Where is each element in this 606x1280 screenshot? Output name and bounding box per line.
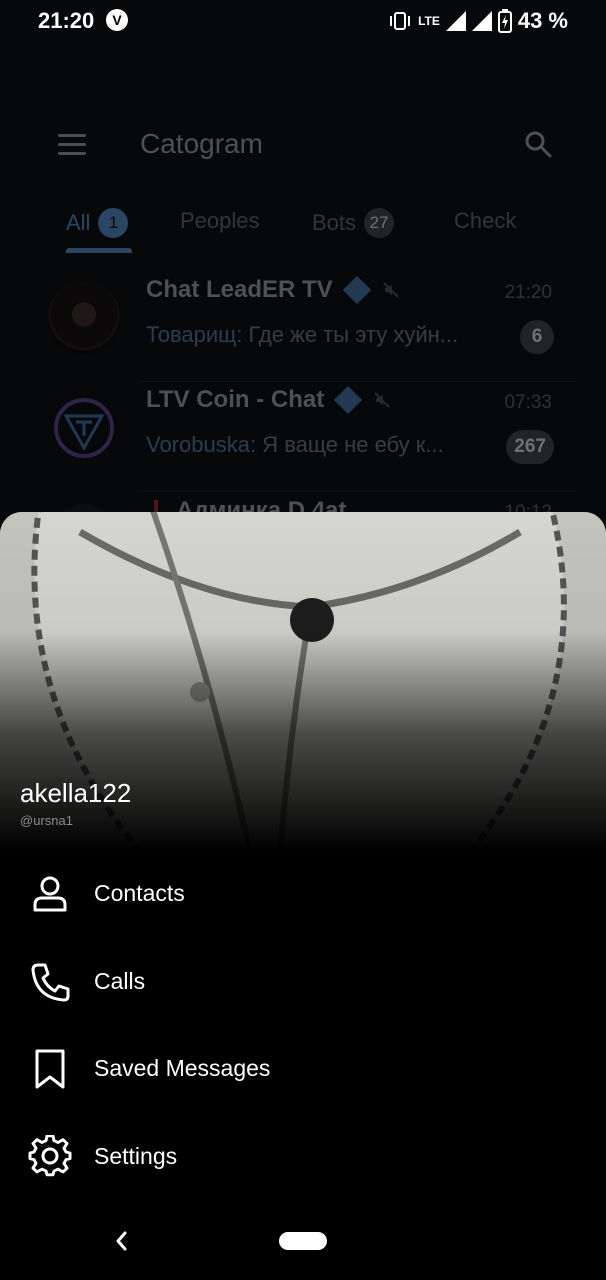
tab-all[interactable]: All 1 (66, 208, 129, 238)
bookmark-icon (35, 1049, 65, 1089)
menu-item-saved-messages[interactable]: Saved Messages (0, 1029, 606, 1109)
home-handle[interactable] (279, 1232, 327, 1250)
status-bar: 21:20 V LTE 43 % (0, 0, 606, 44)
menu-item-label: Calls (94, 968, 146, 994)
vpn-v-icon: V (106, 9, 128, 31)
muted-icon (382, 282, 399, 298)
tab-label: All (66, 210, 91, 235)
tab-label: Bots (312, 210, 357, 235)
verified-badge-icon (342, 276, 371, 304)
chat-title: Chat LeadER TV (146, 276, 333, 303)
hamburger-menu-icon[interactable] (58, 134, 86, 156)
tab-badge: 1 (98, 208, 129, 238)
phone-icon (31, 963, 70, 1002)
unread-count-badge: 6 (520, 320, 554, 354)
chat-preview: Товарищ: Где же ты эту хуйн... (146, 322, 486, 348)
menu-item-contacts[interactable]: Contacts (0, 854, 606, 934)
tab-badge: 27 (364, 208, 395, 238)
drawer-header: akella122 @ursna1 (0, 512, 606, 852)
battery-percent: 43 % (517, 8, 568, 33)
profile-name: akella122 (20, 778, 132, 808)
navigation-drawer: akella122 @ursna1 Contacts Calls Saved M… (0, 512, 606, 1280)
preview-sender: Vorobuska: (146, 432, 257, 457)
avatar (48, 282, 120, 354)
muted-icon (374, 392, 390, 408)
tab-label: Peoples (180, 208, 260, 233)
chat-time: 07:33 (504, 392, 552, 413)
signal-icon-2 (471, 11, 492, 31)
search-icon[interactable] (524, 130, 552, 158)
chat-name: Chat LeadER TV (146, 276, 401, 304)
menu-item-settings[interactable]: Settings (0, 1117, 606, 1197)
status-icons: LTE 43 % (388, 8, 568, 34)
verified-badge-icon (334, 386, 363, 414)
preview-text: Я ваще не ебу к... (256, 432, 444, 457)
chat-title: LTV Coin - Chat (146, 386, 325, 413)
profile-username: @ursna1 (20, 813, 73, 828)
chat-row[interactable]: Chat LeadER TV 21:20 Товарищ: Где же ты … (0, 272, 606, 382)
chat-name: LTV Coin - Chat (146, 386, 392, 414)
tab-bots[interactable]: Bots 27 (312, 208, 395, 238)
menu-item-calls[interactable]: Calls (0, 942, 606, 1022)
clock: 21:20 (38, 8, 95, 33)
back-chevron-icon[interactable] (108, 1226, 134, 1256)
app-bar: Catogram (0, 110, 606, 180)
signal-icon (445, 11, 466, 31)
battery-icon (497, 9, 512, 33)
app-title: Catogram (140, 128, 263, 159)
tab-peoples[interactable]: Peoples (180, 208, 260, 234)
avatar (50, 394, 118, 462)
network-type: LTE (418, 14, 440, 28)
menu-item-label: Settings (94, 1143, 178, 1169)
folder-tabs: All 1 Peoples Bots 27 Check (0, 200, 606, 255)
unread-count-badge: 267 (506, 430, 554, 464)
chat-time: 21:20 (504, 282, 552, 303)
tab-check[interactable]: Check (454, 208, 516, 234)
tab-label: Check (454, 208, 517, 233)
person-icon (33, 876, 67, 912)
menu-item-label: Contacts (94, 880, 185, 906)
active-tab-indicator (66, 248, 132, 253)
preview-text: Где же ты эту хуйн... (242, 322, 459, 347)
system-navigation-bar (0, 1202, 606, 1280)
vibrate-icon (390, 12, 411, 30)
gear-icon (28, 1135, 72, 1177)
preview-sender: Товарищ: (146, 322, 243, 347)
menu-item-label: Saved Messages (94, 1055, 271, 1081)
chat-row[interactable]: LTV Coin - Chat 07:33 Vorobuska: Я ваще … (0, 382, 606, 492)
chat-preview: Vorobuska: Я ваще не ебу к... (146, 432, 486, 458)
